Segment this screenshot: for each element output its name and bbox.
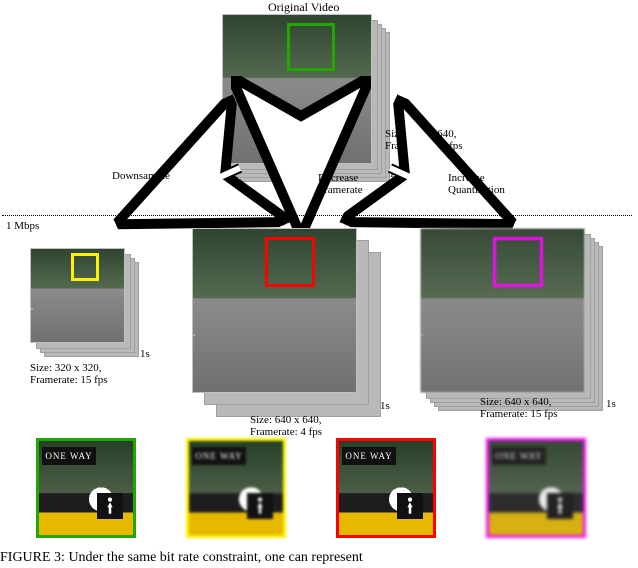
crop-magenta: ONE WAY (486, 438, 586, 538)
crop-yellow: ONE WAY (186, 438, 286, 538)
label-decrease-fr: Decrease Framerate (318, 172, 363, 196)
incq-bbox (493, 237, 543, 287)
sign-magenta: ONE WAY (492, 447, 546, 465)
orig-frame (222, 14, 372, 164)
bitrate-line (2, 215, 632, 216)
decfr-size: Size: 640 x 640, (250, 414, 322, 426)
incq-size: Size: 640 x 640, (480, 396, 552, 408)
decfr-axis-1s: 1s (380, 400, 390, 412)
ped-icon-red (397, 493, 423, 519)
ped-icon-green (97, 493, 123, 519)
decfr-stack (192, 228, 357, 393)
arrow-decrease-fr (286, 168, 316, 229)
figure-canvas: Original Video 1s Size: 640 x 640, Frame… (0, 0, 638, 568)
sign-red: ONE WAY (342, 447, 396, 465)
ped-icon-yellow (247, 493, 273, 519)
crop-red: ONE WAY (336, 438, 436, 538)
orig-stack (222, 14, 372, 164)
down-frame (30, 248, 125, 343)
sign-green: ONE WAY (42, 447, 96, 465)
bitrate-label: 1 Mbps (6, 220, 39, 232)
down-stack (30, 248, 125, 343)
decfr-bbox (265, 237, 315, 287)
figure-caption: FIGURE 3: Under the same bit rate constr… (0, 550, 638, 566)
orig-framerate: Framerate: 15 fps (385, 140, 463, 152)
incq-stack (420, 228, 585, 393)
ped-icon-magenta (547, 493, 573, 519)
down-size: Size: 320 x 320, (30, 362, 102, 374)
sign-yellow: ONE WAY (192, 447, 246, 465)
decfr-frame (192, 228, 357, 393)
label-downsample: Downsample (112, 170, 170, 182)
orig-size: Size: 640 x 640, (385, 128, 457, 140)
down-framerate: Framerate: 15 fps (30, 374, 108, 386)
incq-axis-1s: 1s (606, 398, 616, 410)
orig-bbox (287, 23, 335, 71)
incq-frame (420, 228, 585, 393)
arrow-increase-q (380, 160, 510, 233)
incq-framerate: Framerate: 15 fps (480, 408, 558, 420)
decfr-framerate: Framerate: 4 fps (250, 426, 322, 438)
crop-green: ONE WAY (36, 438, 136, 538)
down-bbox (71, 253, 99, 281)
label-increase-q: Increase Quantization (448, 172, 505, 196)
title-original: Original Video (268, 0, 339, 15)
down-axis-1s: 1s (140, 348, 150, 360)
